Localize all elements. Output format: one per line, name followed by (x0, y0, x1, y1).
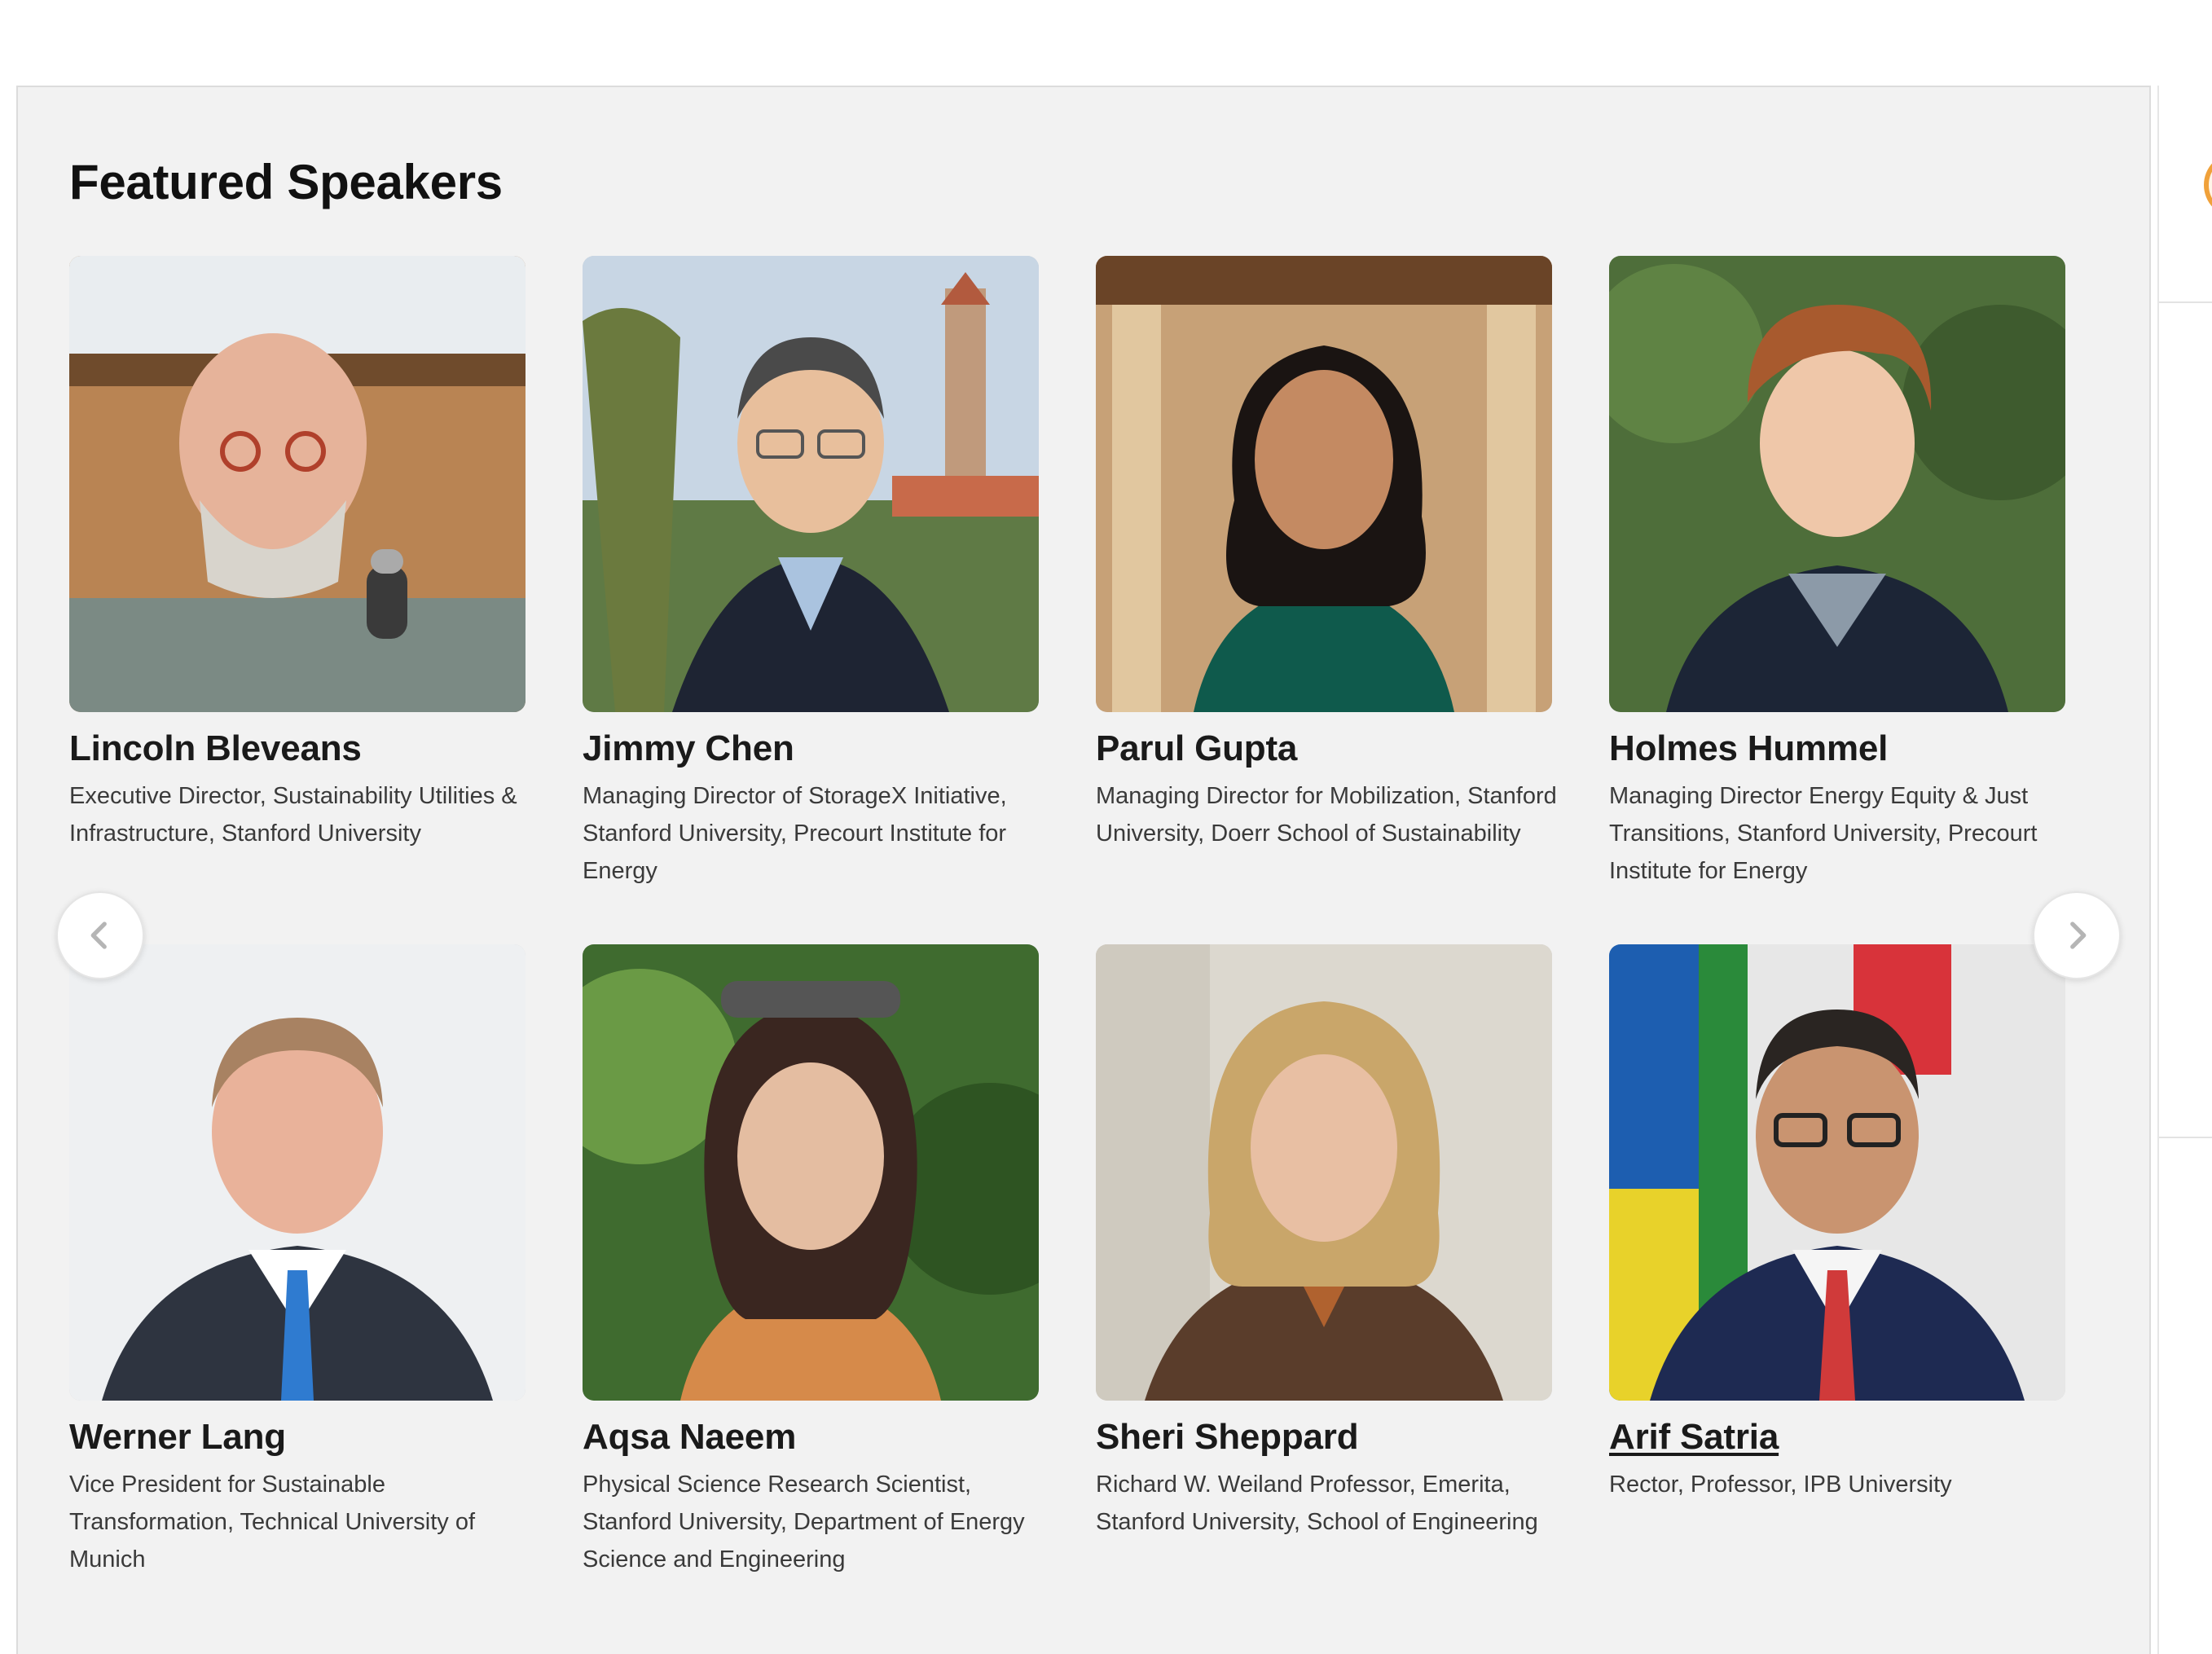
speaker-name[interactable]: Aqsa Naeem (583, 1417, 796, 1458)
speaker-title: Managing Director of StorageX Initiative… (583, 783, 1007, 884)
speaker-title: Rector, Professor, IPB University (1609, 1471, 1952, 1498)
carousel-next-button[interactable] (2033, 891, 2121, 979)
speaker-name[interactable]: Arif Satria (1609, 1417, 1779, 1458)
carousel-prev-button[interactable] (56, 891, 144, 979)
speaker-photo[interactable] (1096, 256, 1552, 712)
speaker-photo-image (69, 256, 526, 712)
speaker-photo[interactable] (583, 256, 1039, 712)
speaker-name[interactable]: Werner Lang (69, 1417, 286, 1458)
speaker-photo[interactable] (583, 944, 1039, 1401)
section-title: Featured Speakers (69, 155, 503, 209)
speaker-title: Managing Director Energy Equity & Just T… (1609, 783, 2038, 884)
speaker-name[interactable]: Parul Gupta (1096, 728, 1297, 769)
chevron-left-icon (90, 922, 107, 949)
speaker-name[interactable]: Holmes Hummel (1609, 728, 1888, 769)
speaker-photo-image (583, 944, 1039, 1401)
speaker-name[interactable]: Lincoln Bleveans (69, 728, 362, 769)
right-sidebar (2157, 86, 2212, 1654)
speaker-title: Vice President for Sustainable Transform… (69, 1471, 476, 1573)
speaker-photo-image (1609, 256, 2065, 712)
speaker-name[interactable]: Jimmy Chen (583, 728, 794, 769)
speaker-photo-image (69, 944, 526, 1401)
speaker-photo[interactable] (69, 944, 526, 1401)
divider (2159, 1137, 2212, 1138)
speaker-photo-image (1096, 944, 1552, 1401)
speaker-photo[interactable] (69, 256, 526, 712)
speaker-photo[interactable] (1609, 256, 2065, 712)
speaker-title: Managing Director for Mobilization, Stan… (1096, 783, 1557, 847)
speaker-photo[interactable] (1609, 944, 2065, 1401)
divider (2159, 301, 2212, 303)
speaker-photo-image (1609, 944, 2065, 1401)
speaker-title: Executive Director, Sustainability Utili… (69, 783, 517, 847)
speaker-title: Physical Science Research Scientist, Sta… (583, 1471, 1025, 1573)
speaker-photo-image (1096, 256, 1552, 712)
speaker-title: Richard W. Weiland Professor, Emerita, S… (1096, 1471, 1538, 1535)
avatar[interactable] (2204, 152, 2212, 218)
speaker-name[interactable]: Sheri Sheppard (1096, 1417, 1359, 1458)
featured-speakers-panel: Featured Speakers Lincoln Bleveans Execu… (16, 86, 2151, 1654)
chevron-right-icon (2070, 922, 2087, 949)
page: Featured Speakers Lincoln Bleveans Execu… (0, 0, 2212, 1654)
speaker-photo-image (583, 256, 1039, 712)
speaker-photo[interactable] (1096, 944, 1552, 1401)
